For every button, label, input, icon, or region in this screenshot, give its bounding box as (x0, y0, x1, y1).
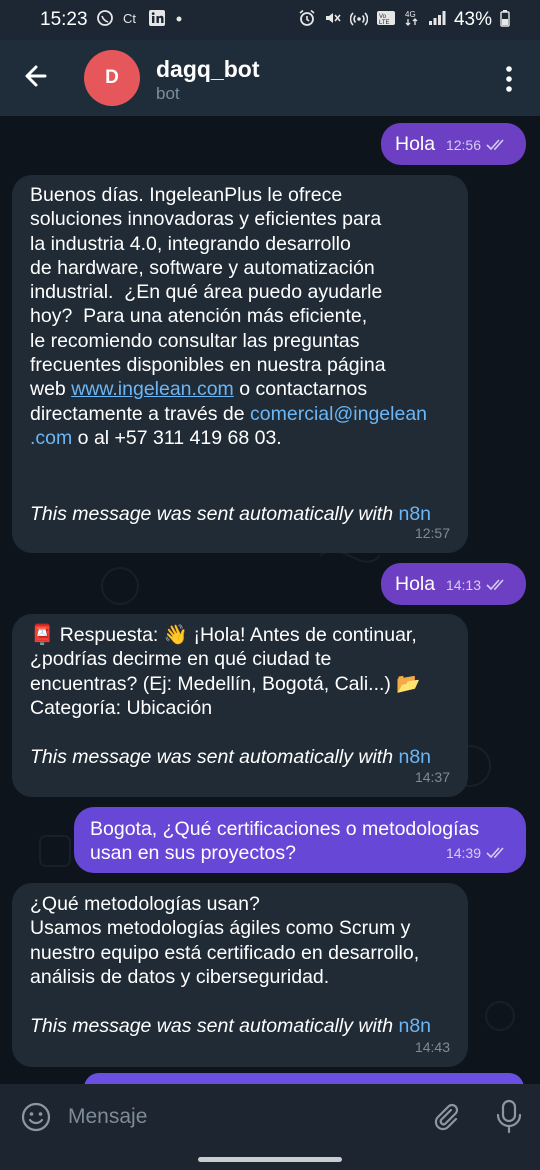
hotspot-icon (349, 9, 369, 32)
alarm-icon (298, 9, 316, 32)
status-right: Vo LTE 4G 43% (298, 9, 510, 32)
ct-icon: Ct (122, 9, 140, 32)
status-bar: 15:23 Ct Vo LTE 4G 43% (0, 0, 540, 40)
battery-icon (500, 9, 510, 32)
n8n-link[interactable]: n8n (398, 1015, 431, 1037)
message-incoming[interactable]: 📮 Respuesta: 👋 ¡Hola! Antes de continuar… (12, 614, 468, 797)
message-incoming[interactable]: Buenos días. IngeleanPlus le ofrece solu… (12, 175, 468, 553)
message-time: 12:56 (445, 136, 481, 153)
message-time: 14:39 (445, 844, 481, 861)
message-text-part: Buenos días. IngeleanPlus le ofrece solu… (30, 184, 386, 401)
double-check-icon (486, 847, 504, 859)
voice-message-button[interactable] (494, 1098, 524, 1136)
auto-sent-note: This message was sent automatically with… (30, 745, 431, 769)
home-indicator[interactable] (198, 1157, 342, 1162)
message-text: Buenos días. IngeleanPlus le ofrece solu… (30, 183, 460, 450)
more-vertical-icon (506, 66, 512, 92)
message-time: 12:57 (414, 524, 450, 541)
message-meta: 14:43 (415, 1035, 450, 1059)
auto-note-text: This message was sent automatically with (30, 503, 399, 525)
svg-text:Ct: Ct (123, 11, 136, 26)
microphone-icon (496, 1099, 522, 1134)
chat-subtitle: bot (156, 84, 180, 103)
message-time: 14:37 (414, 768, 450, 785)
linkedin-icon (148, 9, 166, 32)
message-text: Hola (395, 573, 436, 595)
auto-note-text: This message was sent automatically with (30, 746, 399, 768)
message-list[interactable]: Hola 12:56 Buenos días. IngeleanPlus le … (0, 116, 540, 1084)
message-text-part: o al +57 311 419 68 03. (72, 426, 282, 449)
attach-button[interactable] (430, 1101, 462, 1133)
dot-icon (174, 11, 184, 29)
message-time: 14:13 (445, 576, 481, 593)
status-time: 15:23 (40, 9, 88, 30)
mute-icon (324, 9, 342, 32)
message-meta: 12:56 (446, 133, 508, 157)
smiley-icon (21, 1102, 51, 1132)
message-incoming[interactable]: ¿Qué metodologías usan? Usamos metodolog… (12, 883, 468, 1067)
message-meta: 14:13 (446, 573, 508, 597)
avatar[interactable]: D (84, 50, 140, 106)
message-meta: 14:39 (446, 841, 508, 865)
4g-icon: 4G (404, 9, 420, 32)
svg-text:4G: 4G (405, 10, 416, 19)
message-outgoing[interactable]: Bogota, ¿Qué certificaciones o metodolog… (74, 807, 526, 873)
auto-sent-note: This message was sent automatically with… (30, 502, 431, 526)
message-input[interactable] (66, 1096, 410, 1138)
svg-text:LTE: LTE (379, 20, 390, 26)
back-button[interactable] (18, 58, 54, 94)
back-arrow-icon (25, 65, 47, 87)
message-outgoing[interactable]: Hola 12:56 (381, 123, 526, 165)
volte-icon: Vo LTE (376, 9, 396, 32)
message-time: 14:43 (414, 1038, 450, 1055)
message-outgoing[interactable]: Hola 14:13 (381, 563, 526, 605)
double-check-icon (486, 139, 504, 151)
auto-note-text: This message was sent automatically with (30, 1015, 399, 1037)
message-text: 📮 Respuesta: 👋 ¡Hola! Antes de continuar… (30, 624, 421, 719)
message-text: ¿Qué metodologías usan? Usamos metodolog… (30, 893, 420, 988)
chat-header: D dagq_bot bot (0, 40, 540, 116)
message-text: Hola (395, 133, 436, 155)
double-check-icon (486, 579, 504, 591)
paperclip-icon (434, 1103, 459, 1131)
battery-percent: 43% (453, 9, 492, 30)
auto-sent-note: This message was sent automatically with… (30, 1014, 431, 1038)
more-options-button[interactable] (496, 64, 522, 94)
message-meta: 12:57 (415, 521, 450, 545)
message-meta: 14:37 (415, 765, 450, 789)
signal-icon (428, 9, 446, 32)
whatsapp-icon (96, 9, 114, 32)
emoji-button[interactable] (20, 1101, 52, 1133)
chat-title[interactable]: dagq_bot (156, 56, 260, 83)
status-left: 15:23 Ct (40, 9, 184, 32)
website-link[interactable]: www.ingelean.com (71, 378, 234, 400)
